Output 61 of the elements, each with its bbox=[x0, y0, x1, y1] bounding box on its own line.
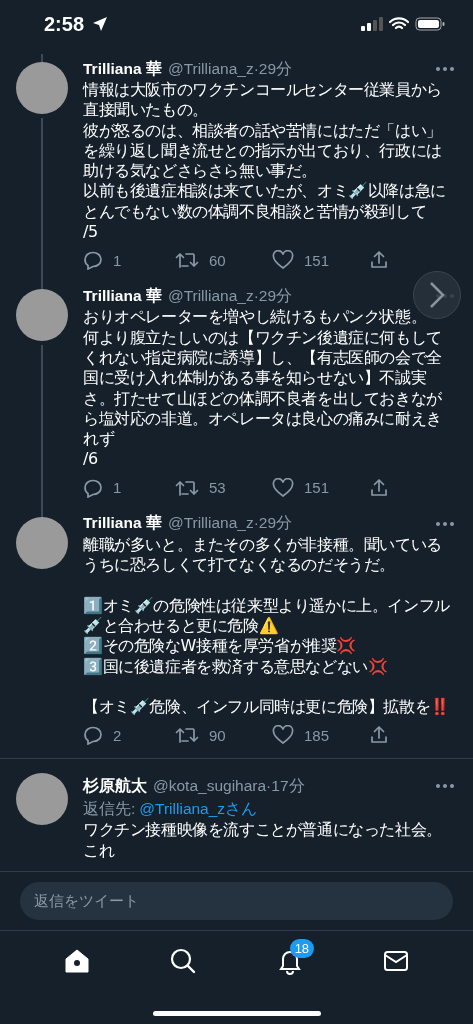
next-button[interactable] bbox=[413, 271, 461, 319]
like-count: 185 bbox=[304, 726, 330, 744]
battery-icon bbox=[415, 17, 445, 31]
like-count: 151 bbox=[304, 251, 330, 269]
heart-icon[interactable] bbox=[272, 725, 294, 746]
user-name[interactable]: Trilliana 華 bbox=[83, 285, 162, 307]
signal-icon bbox=[361, 17, 383, 31]
tweet-text: 離職が多いと。またその多くが非接種。聞いているうちに恐ろしくて打てなくなるのだそうだ。 bbox=[83, 534, 443, 576]
search-icon[interactable] bbox=[169, 947, 198, 975]
reply-count: 1 bbox=[113, 479, 122, 497]
retweet-count: 60 bbox=[209, 251, 226, 269]
heart-icon[interactable] bbox=[272, 250, 294, 271]
share-icon[interactable] bbox=[369, 477, 389, 498]
tweet-text: 情報は大阪市のワクチンコールセンター従業員から直接聞いたもの。 bbox=[83, 80, 443, 121]
tweet-text: 何より腹立たしいのは【ワクチン後遺症に何もしてくれない指定病院に誘導】し、【有志医師の会で全国に受け入れ体制がある事を知らせない】不誠実さ。打たせて山ほどの体調不良者を出しておきながら塩対応の非道。オペレータは良心の痛みに耐えきれず bbox=[83, 327, 443, 450]
avatar[interactable] bbox=[16, 516, 68, 569]
avatar[interactable] bbox=[16, 289, 68, 342]
like-count: 151 bbox=[304, 479, 330, 497]
user-name[interactable]: 杉原航太 bbox=[83, 775, 147, 797]
reply-icon[interactable] bbox=[83, 250, 103, 271]
avatar[interactable] bbox=[16, 62, 68, 114]
user-name[interactable]: Trilliana 華 bbox=[83, 58, 162, 80]
reply-handle-link[interactable]: @Trilliana_zさん bbox=[139, 799, 258, 821]
reply-icon[interactable] bbox=[83, 725, 103, 746]
tweet-text: おりオペレーターを増やし続けるもパンク状態。 bbox=[83, 307, 428, 328]
tweet-meta: @Trilliana_z·29分 bbox=[167, 285, 293, 306]
share-icon[interactable] bbox=[369, 725, 389, 746]
more-icon[interactable] bbox=[435, 66, 455, 72]
retweet-count: 53 bbox=[209, 479, 226, 497]
reply-count: 2 bbox=[113, 726, 122, 744]
tweet-meta: @kota_sugihara·17分 bbox=[153, 775, 305, 796]
reply-icon[interactable] bbox=[83, 477, 103, 498]
tweet-text: 2⃣その危険なW接種を厚労省が推奨💢 bbox=[83, 636, 358, 657]
tweet-text: /6 bbox=[83, 449, 99, 470]
tweet-text: 彼が怒るのは、相談者の話や苦情にはただ「はい」を繰り返し聞き流せとの指示が出ており、行政には助ける気などさらさら無い事だ。 bbox=[83, 120, 443, 182]
retweet-count: 90 bbox=[209, 726, 226, 744]
location-arrow-icon bbox=[92, 16, 109, 32]
reply-count: 1 bbox=[113, 251, 122, 269]
tweet-meta: @Trilliana_z·29分 bbox=[167, 513, 293, 534]
tweet-text: /5 bbox=[83, 222, 99, 243]
tweet-text: 1⃣オミ💉の危険性は従来型より遥かに上。インフル💉と合わせると更に危険⚠ bbox=[83, 595, 451, 637]
status-time: 2:58 bbox=[44, 12, 85, 36]
retweet-icon[interactable] bbox=[175, 250, 199, 271]
avatar[interactable] bbox=[16, 773, 68, 826]
tweet-meta: @Trilliana_z·29分 bbox=[167, 58, 293, 79]
reply-label: 返信先: bbox=[83, 799, 136, 820]
wifi-icon bbox=[389, 17, 409, 31]
tweet-text: 以前も後遺症相談は来ていたが、オミ💉以降は急にとんでもない数の体調不良相談と苦情が殺到して bbox=[83, 181, 447, 223]
more-icon[interactable] bbox=[435, 783, 455, 790]
tweet-text: 【オミ💉危険、インフル同時は更に危険】拡散を‼ bbox=[83, 697, 451, 718]
share-icon[interactable] bbox=[369, 250, 389, 271]
tweet-text: ワクチン接種映像を流すことが普通になった社会。これ bbox=[83, 820, 443, 861]
user-name[interactable]: Trilliana 華 bbox=[83, 513, 162, 535]
heart-icon[interactable] bbox=[272, 477, 294, 498]
more-icon[interactable] bbox=[435, 520, 455, 527]
home-icon[interactable] bbox=[63, 947, 92, 975]
tweet-text: 3⃣国に後遺症者を救済する意思などない💢 bbox=[83, 656, 389, 677]
retweet-icon[interactable] bbox=[175, 725, 199, 746]
reply-input-field[interactable]: 返信をツイート bbox=[20, 882, 453, 920]
notification-badge: 18 bbox=[289, 939, 315, 958]
chevron-right-icon bbox=[429, 281, 445, 309]
